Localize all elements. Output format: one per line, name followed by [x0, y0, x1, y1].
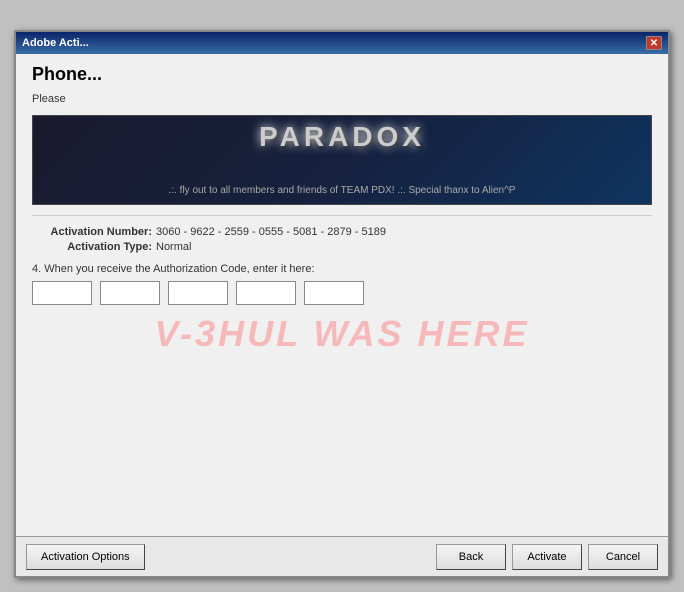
code-box-2[interactable]: [100, 281, 160, 305]
banner-subtitle: .:. fly out to all members and friends o…: [33, 185, 651, 196]
summary-type-label: Activation Type:: [32, 241, 152, 253]
code-boxes: [32, 281, 652, 305]
summary-table: Activation Number: 3060 - 9622 - 2559 - …: [32, 226, 652, 253]
summary-type-row: Activation Type: Normal: [32, 241, 652, 253]
paradox-logo: PARADOX: [259, 121, 425, 153]
main-dialog: Adobe Acti... ✕ Phone... Please PARADOX …: [14, 30, 670, 578]
please-text: Please: [32, 93, 652, 105]
bottom-right-buttons: Back Activate Cancel: [436, 544, 658, 570]
summary-type-value: Normal: [156, 241, 191, 253]
title-text: Adobe Acti...: [22, 37, 89, 49]
code-box-1[interactable]: [32, 281, 92, 305]
watermark-text: V-3HUL WAS HERE: [32, 313, 652, 355]
step4-label: 4. When you receive the Authorization Co…: [32, 263, 652, 275]
bottom-bar: Activation Options Back Activate Cancel: [16, 536, 668, 576]
summary-activation-label: Activation Number:: [32, 226, 152, 238]
code-box-4[interactable]: [236, 281, 296, 305]
summary-activation-row: Activation Number: 3060 - 9622 - 2559 - …: [32, 226, 652, 238]
code-box-3[interactable]: [168, 281, 228, 305]
cancel-button[interactable]: Cancel: [588, 544, 658, 570]
separator-1: [32, 215, 652, 216]
title-bar: Adobe Acti... ✕: [16, 32, 668, 54]
dialog-content: Phone... Please PARADOX .:. fly out to a…: [16, 54, 668, 536]
paradox-banner: PARADOX .:. fly out to all members and f…: [32, 115, 652, 205]
phone-heading: Phone...: [32, 64, 652, 85]
close-button[interactable]: ✕: [646, 36, 662, 50]
summary-activation-value: 3060 - 9622 - 2559 - 0555 - 5081 - 2879 …: [156, 226, 386, 238]
activation-options-button[interactable]: Activation Options: [26, 544, 145, 570]
activate-button[interactable]: Activate: [512, 544, 582, 570]
back-button[interactable]: Back: [436, 544, 506, 570]
code-box-5[interactable]: [304, 281, 364, 305]
